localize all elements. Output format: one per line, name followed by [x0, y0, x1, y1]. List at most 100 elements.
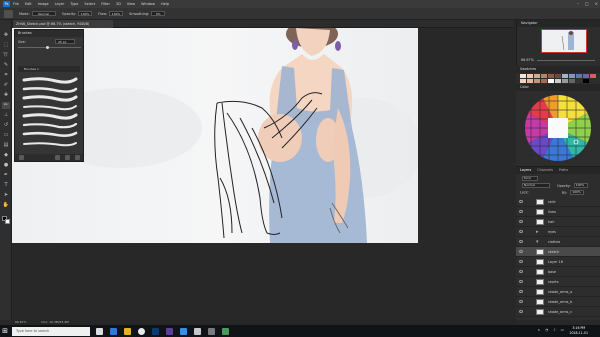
windows-start-icon[interactable]: ⊞	[0, 325, 10, 337]
new-brush-icon[interactable]	[65, 155, 70, 160]
menu-layer[interactable]: Layer	[55, 0, 65, 8]
hand-tool-icon[interactable]: ✋	[2, 202, 10, 209]
chrome-icon[interactable]	[138, 327, 145, 335]
eye-icon[interactable]	[519, 270, 523, 273]
taskbar-search-box[interactable]: Type here to search	[12, 326, 90, 336]
layer-group-row[interactable]: ▾ clothes	[516, 237, 600, 247]
eye-icon[interactable]	[519, 300, 523, 303]
tools-panel: ✥ ⬚ ➰ ✎ ⌗ ✐ ✚ ✏ ⊥ ↺ ▭ ▤ ◆ ● ✒ T ➤ ✋	[0, 20, 12, 320]
tab-channels[interactable]: Channels	[537, 167, 553, 174]
edge-browser-icon[interactable]	[110, 327, 117, 335]
app-icon[interactable]	[208, 327, 215, 335]
history-brush-tool-icon[interactable]: ↺	[2, 122, 10, 129]
document-tab[interactable]: ZH46_Sketch.psd @ 66.7% (sketch, RGB/8)	[13, 20, 113, 28]
app-icon[interactable]	[222, 327, 229, 335]
menu-view[interactable]: View	[127, 0, 135, 8]
delete-brush-icon[interactable]	[75, 155, 80, 160]
brush-strokes-preview[interactable]	[21, 75, 79, 150]
menu-window[interactable]: Window	[141, 0, 155, 8]
file-explorer-icon[interactable]	[124, 327, 131, 335]
eye-icon[interactable]	[519, 280, 523, 283]
navigator-zoom-slider[interactable]	[537, 60, 595, 61]
layer-row[interactable]: lines	[516, 207, 600, 217]
layer-row[interactable]: shade_arms_a	[516, 287, 600, 297]
eye-icon[interactable]	[519, 260, 523, 263]
layer-fill-field[interactable]: 100%	[570, 190, 585, 195]
brush-size-field[interactable]: 45 px	[55, 39, 75, 44]
layer-row[interactable]: shorts	[516, 277, 600, 287]
opacity-field[interactable]: 100%	[78, 11, 93, 16]
eye-icon[interactable]	[519, 220, 523, 223]
layer-row[interactable]: base	[516, 267, 600, 277]
brush-settings-icon[interactable]	[19, 155, 24, 160]
mode-select[interactable]: Normal	[31, 11, 56, 16]
layer-row-selected[interactable]: sketch	[516, 247, 600, 257]
swatch-grid[interactable]	[520, 74, 596, 84]
menu-type[interactable]: Type	[70, 0, 78, 8]
system-tray[interactable]: ∧ ◔ ♪ ▭	[538, 328, 567, 332]
lasso-tool-icon[interactable]: ➰	[2, 52, 10, 59]
layer-row[interactable]: shade_arms_c	[516, 307, 600, 317]
layer-row[interactable]: Layer 16	[516, 257, 600, 267]
layer-row[interactable]: hair	[516, 217, 600, 227]
stamp-tool-icon[interactable]: ⊥	[2, 112, 10, 119]
photoshop-taskbar-icon[interactable]	[152, 327, 159, 335]
slider-knob[interactable]	[46, 46, 49, 49]
crop-tool-icon[interactable]: ⌗	[2, 72, 10, 79]
pen-tool-icon[interactable]: ✒	[2, 172, 10, 179]
navigator-thumbnail[interactable]	[541, 29, 587, 53]
layer-kind-select[interactable]: Kind	[522, 176, 538, 181]
smoothing-field[interactable]: 0%	[151, 11, 166, 16]
menu-3d[interactable]: 3D	[116, 0, 121, 8]
brush-group-header[interactable]: Brushes 1	[18, 66, 80, 72]
blur-tool-icon[interactable]: ◆	[2, 152, 10, 159]
move-tool-icon[interactable]: ✥	[2, 32, 10, 39]
menu-filter[interactable]: Filter	[101, 0, 110, 8]
eyedropper-tool-icon[interactable]: ✐	[2, 82, 10, 89]
close-icon[interactable]: ×	[595, 0, 598, 8]
app-icon[interactable]	[166, 327, 173, 335]
layer-row[interactable]: shirt	[516, 197, 600, 207]
eye-icon[interactable]	[519, 210, 523, 213]
app-icon[interactable]	[194, 327, 201, 335]
dodge-tool-icon[interactable]: ●	[2, 162, 10, 169]
color-wheel[interactable]	[522, 92, 594, 164]
layer-row[interactable]: shade_arms_b	[516, 297, 600, 307]
eye-icon[interactable]	[519, 240, 523, 243]
type-tool-icon[interactable]: T	[2, 182, 10, 189]
flow-field[interactable]: 100%	[109, 11, 124, 16]
status-zoom[interactable]: 66.67%	[15, 320, 26, 324]
taskbar-clock[interactable]: 3:16 PM 2018-11-01	[569, 326, 588, 336]
layer-opacity-field[interactable]: 100%	[573, 183, 588, 188]
background-color-swatch[interactable]	[5, 219, 10, 224]
task-view-icon[interactable]	[96, 327, 103, 335]
eye-icon[interactable]	[519, 290, 523, 293]
eye-icon[interactable]	[519, 250, 523, 253]
new-folder-icon[interactable]	[55, 155, 60, 160]
blend-mode-select[interactable]: Normal	[522, 183, 550, 188]
menu-image[interactable]: Image	[38, 0, 49, 8]
tab-layers[interactable]: Layers	[520, 167, 531, 174]
healing-tool-icon[interactable]: ✚	[2, 92, 10, 99]
maximize-icon[interactable]: □	[585, 0, 589, 8]
menu-file[interactable]: File	[13, 0, 19, 8]
navigator-zoom-value[interactable]: 66.67%	[521, 58, 534, 62]
eraser-tool-icon[interactable]: ▭	[2, 132, 10, 139]
eye-icon[interactable]	[519, 230, 523, 233]
menu-edit[interactable]: Edit	[25, 0, 32, 8]
layer-group-row[interactable]: ▸ eyes	[516, 227, 600, 237]
eye-icon[interactable]	[519, 200, 523, 203]
gradient-tool-icon[interactable]: ▤	[2, 142, 10, 149]
brush-tool-preset-icon[interactable]	[4, 9, 13, 18]
minimize-icon[interactable]: –	[577, 0, 579, 8]
quick-select-tool-icon[interactable]: ✎	[2, 62, 10, 69]
app-icon[interactable]	[180, 327, 187, 335]
brush-size-slider[interactable]	[18, 46, 81, 49]
eye-icon[interactable]	[519, 310, 523, 313]
menu-select[interactable]: Select	[84, 0, 95, 8]
brush-tool-icon[interactable]: ✏	[2, 102, 10, 109]
path-select-tool-icon[interactable]: ➤	[2, 192, 10, 199]
menu-help[interactable]: Help	[161, 0, 169, 8]
tab-paths[interactable]: Paths	[559, 167, 568, 174]
marquee-tool-icon[interactable]: ⬚	[2, 42, 10, 49]
